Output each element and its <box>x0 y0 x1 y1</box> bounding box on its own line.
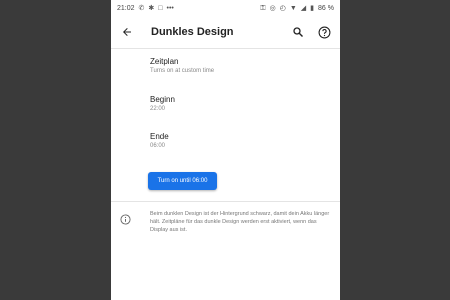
setting-start-time[interactable]: Beginn 22:00 <box>111 95 175 112</box>
search-icon[interactable] <box>290 24 306 40</box>
setting-end-time[interactable]: Ende 06:00 <box>111 132 169 149</box>
bluetooth-icon: ✱ <box>148 4 155 12</box>
clock: 21:02 <box>117 4 135 12</box>
key-icon: ⚿ <box>260 4 266 12</box>
setting-schedule-subtitle: Turns on at custom time <box>150 68 215 74</box>
battery-icon: ▮ <box>310 4 315 12</box>
setting-start-value: 22:00 <box>150 106 166 112</box>
info-text: Beim dunklen Design ist der Hintergrund … <box>150 211 330 233</box>
info-icon <box>120 212 131 225</box>
signal-icon: ◢ <box>300 4 307 12</box>
help-icon[interactable] <box>316 24 332 40</box>
status-bar-right: ⚿ ◎ ◴ ▼ ◢ ▮ 86 % <box>260 5 334 12</box>
turn-on-button[interactable]: Turn on until 06:00 <box>148 172 217 190</box>
status-bar: 21:02 ✆ ✱ □ ••• ⚿ ◎ ◴ ▼ ◢ ▮ 86 % <box>111 0 340 16</box>
more-notifications: ••• <box>166 4 174 12</box>
setting-end-value: 06:00 <box>150 143 166 149</box>
alarm-icon: ◴ <box>279 4 286 12</box>
wifi-icon: ▼ <box>289 4 297 12</box>
status-bar-left: 21:02 ✆ ✱ □ ••• <box>117 5 174 12</box>
page-title: Dunkles Design <box>151 26 234 38</box>
phone-icon: ✆ <box>138 4 145 12</box>
setting-start-title: Beginn <box>150 95 175 104</box>
location-icon: ◎ <box>269 4 276 12</box>
app-bar-divider <box>111 48 340 49</box>
setting-end-title: Ende <box>150 132 169 141</box>
phone-screen: 21:02 ✆ ✱ □ ••• ⚿ ◎ ◴ ▼ ◢ ▮ 86 % Dunkles… <box>111 0 340 300</box>
setting-schedule-title: Zeitplan <box>150 57 179 66</box>
chat-icon: □ <box>158 4 163 12</box>
arrow-back-icon[interactable] <box>119 24 135 40</box>
app-bar: Dunkles Design <box>111 16 340 48</box>
setting-schedule[interactable]: Zeitplan Turns on at custom time <box>111 57 214 74</box>
section-divider <box>111 201 340 202</box>
battery-level: 86 % <box>318 4 334 12</box>
